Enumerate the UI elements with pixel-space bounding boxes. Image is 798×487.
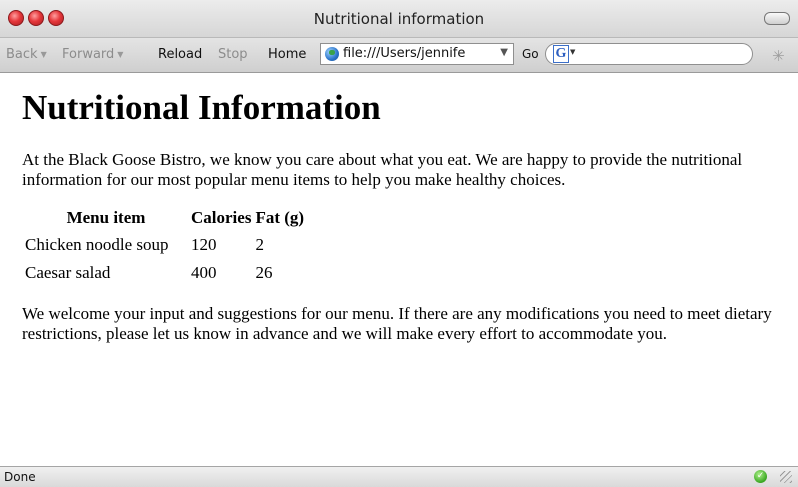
status-bar: Done ✓ xyxy=(0,466,798,487)
column-header: Menu item xyxy=(66,208,146,227)
address-input[interactable]: file:///Users/jennife xyxy=(343,46,493,61)
search-engine-dropdown-icon[interactable]: ▼ xyxy=(570,48,575,56)
back-label: Back xyxy=(6,47,38,62)
reload-button[interactable]: Reload xyxy=(158,47,202,62)
table-row: Caesar salad 400 26 xyxy=(24,260,305,286)
search-box[interactable]: G ▼ xyxy=(545,43,753,65)
page-heading: Nutritional Information xyxy=(22,88,381,127)
globe-icon xyxy=(325,47,339,61)
forward-dropdown-icon[interactable]: ▼ xyxy=(117,50,123,59)
nutrition-table: Menu item Calories Fat (g) Chicken noodl… xyxy=(22,204,307,288)
forward-button[interactable]: Forward ▼ xyxy=(62,47,123,62)
address-bar[interactable]: file:///Users/jennife ▼ xyxy=(320,43,514,65)
column-header: Calories xyxy=(191,208,252,227)
outro-paragraph: We welcome your input and suggestions fo… xyxy=(22,304,772,343)
window-titlebar: Nutritional information xyxy=(0,0,798,38)
go-button[interactable]: Go xyxy=(522,47,539,61)
back-button[interactable]: Back ▼ xyxy=(6,47,47,62)
table-cell: 2 xyxy=(255,235,264,254)
table-header-row: Menu item Calories Fat (g) xyxy=(24,206,305,230)
table-row: Chicken noodle soup 120 2 xyxy=(24,232,305,258)
forward-label: Forward xyxy=(62,47,115,62)
table-cell: 120 xyxy=(191,235,217,254)
table-cell: 26 xyxy=(255,263,273,282)
resize-grip-icon[interactable] xyxy=(780,471,792,483)
window-title: Nutritional information xyxy=(313,10,485,28)
google-icon[interactable]: G xyxy=(553,45,569,63)
table-cell: Chicken noodle soup xyxy=(25,235,169,254)
toolbar-toggle-icon[interactable] xyxy=(764,12,790,25)
status-text: Done xyxy=(4,470,36,484)
back-dropdown-icon[interactable]: ▼ xyxy=(41,50,47,59)
table-cell: Caesar salad xyxy=(25,263,111,282)
intro-paragraph: At the Black Goose Bistro, we know you c… xyxy=(22,150,743,189)
stop-button[interactable]: Stop xyxy=(218,47,248,62)
page-content: Nutritional Information At the Black Goo… xyxy=(22,72,782,344)
address-dropdown-icon[interactable]: ▼ xyxy=(500,47,508,58)
table-cell: 400 xyxy=(191,263,217,282)
activity-spinner-icon: ✳ xyxy=(772,47,785,65)
column-header: Fat (g) xyxy=(255,208,305,227)
home-button[interactable]: Home xyxy=(268,47,306,62)
navigation-toolbar: Back ▼ Forward ▼ Reload Stop Home file:///… xyxy=(0,38,798,73)
check-icon: ✓ xyxy=(754,470,767,483)
